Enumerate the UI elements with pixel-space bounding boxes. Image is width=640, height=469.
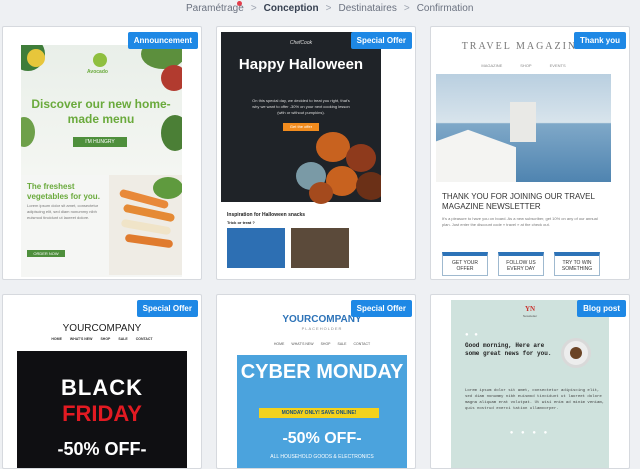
step-destinataires[interactable]: Destinataires xyxy=(339,3,397,14)
offer-box: GET YOUR OFFER xyxy=(442,252,488,276)
body-text: Lorem ipsum dolor sit amet, consectetur … xyxy=(27,203,99,220)
template-card-halloween[interactable]: Special Offer ChefCook Happy Halloween O… xyxy=(216,26,416,280)
snack-image-1 xyxy=(227,228,285,268)
decor-dots: ● ● xyxy=(465,332,480,338)
nav-item: HOME xyxy=(51,337,62,341)
vegetables-image xyxy=(109,175,182,275)
template-preview: ChefCook Happy Halloween On this special… xyxy=(221,32,381,278)
nav-item: SHOP xyxy=(320,342,331,346)
nav-item: HOME xyxy=(273,342,285,346)
nav-item: MAGAZINE xyxy=(481,63,503,68)
nav-item: CONTACT xyxy=(353,342,371,346)
template-preview: YOURCOMPANY HOME WHAT'S NEW SHOP SALE CO… xyxy=(17,309,187,468)
subheading: Inspiration for Halloween snacks xyxy=(227,212,306,218)
body-text: It's a pleasure to have you on board. As… xyxy=(442,216,598,227)
template-card-cyber-monday[interactable]: Special Offer YOURCOMPANY PLACEHOLDER HO… xyxy=(216,294,416,469)
template-badge: Thank you xyxy=(573,32,626,49)
body-text: Lorem ipsum dolor sit amet, consectetur … xyxy=(465,389,605,411)
subheading: The freshest vegetables for you. xyxy=(27,182,100,201)
nav-item: SALE xyxy=(337,342,347,346)
hero-image xyxy=(436,74,611,182)
divider-dots: ● ● ● ● xyxy=(509,430,551,436)
step-conception[interactable]: Conception xyxy=(264,3,319,14)
template-badge: Special Offer xyxy=(350,300,412,317)
headline: Happy Halloween xyxy=(238,56,364,73)
offer-text: -50% OFF- xyxy=(282,430,362,447)
body-text: On this special day, we decided to treat… xyxy=(252,98,350,115)
headline-line-1: BLACK xyxy=(61,375,143,400)
cta-button: Get the offer xyxy=(283,123,319,131)
template-card-announcement[interactable]: Announcement Avocado Discover our new ho… xyxy=(2,26,202,280)
logo-subtitle: PLACEHOLDER xyxy=(301,326,343,331)
template-nav: HOME WHAT'S NEW SHOP SALE CONTACT xyxy=(237,342,407,346)
headline-line-2: FRIDAY xyxy=(62,401,142,426)
template-badge: Announcement xyxy=(127,32,198,49)
win-box: TRY TO WIN SOMETHING xyxy=(554,252,600,276)
chevron-right-icon: > xyxy=(325,3,332,14)
nav-item: WHAT'S NEW xyxy=(291,342,314,346)
avocado-icon xyxy=(93,53,107,67)
promo-banner: MONDAY ONLY! SAVE ONLINE! xyxy=(259,408,379,418)
headline: Discover our new home-made menu xyxy=(31,97,171,126)
template-badge: Special Offer xyxy=(136,300,198,317)
template-card-black-friday[interactable]: Special Offer YOURCOMPANY HOME WHAT'S NE… xyxy=(2,294,202,469)
coffee-cup-image xyxy=(561,338,591,368)
nav-item: SALE xyxy=(118,337,128,341)
template-nav: MAGAZINE SHOP EVENTS xyxy=(436,63,611,68)
logo-text: Avocado xyxy=(87,69,108,75)
template-card-blog-post[interactable]: Blog post YN Newsletter ● ● Good morning… xyxy=(430,294,630,469)
nav-item: SHOP xyxy=(520,63,532,68)
nav-item: EVENTS xyxy=(549,63,566,68)
order-button: ORDER NOW xyxy=(27,250,65,257)
cta-button: I'M HUNGRY xyxy=(73,137,127,147)
step-confirmation[interactable]: Confirmation xyxy=(417,3,474,14)
chevron-right-icon: > xyxy=(250,3,257,14)
nav-item: CONTACT xyxy=(135,337,153,341)
template-badge: Blog post xyxy=(577,300,626,317)
headline: Good morning, Here are some great news f… xyxy=(465,342,552,357)
step-parametrage[interactable]: Paramétrage xyxy=(186,3,244,14)
subheading-2: Trick or treat ? xyxy=(227,220,255,225)
template-preview: YOURCOMPANY PLACEHOLDER HOME WHAT'S NEW … xyxy=(237,300,407,468)
active-step-dot xyxy=(237,1,242,6)
template-card-thank-you[interactable]: Thank you TRAVEL MAGAZINE MAGAZINE SHOP … xyxy=(430,26,630,280)
follow-box: FOLLOW US EVERY DAY xyxy=(498,252,544,276)
template-badge: Special Offer xyxy=(350,32,412,49)
logo-text: YOURCOMPANY xyxy=(62,323,142,334)
snack-image-2 xyxy=(291,228,349,268)
template-preview: YN Newsletter ● ● Good morning, Here are… xyxy=(451,300,609,468)
template-nav: HOME WHAT'S NEW SHOP SALE CONTACT xyxy=(17,337,187,341)
headline: CYBER MONDAY xyxy=(240,361,404,383)
hero-image: ChefCook Happy Halloween On this special… xyxy=(221,32,381,204)
headline: THANK YOU FOR JOINING OUR TRAVEL MAGAZIN… xyxy=(442,192,595,211)
nav-item: WHAT'S NEW xyxy=(69,337,93,341)
nav-item: SHOP xyxy=(100,337,111,341)
stepper-bar: Paramétrage > Conception > Destinataires… xyxy=(0,0,640,20)
template-preview: Avocado Discover our new home-made menu … xyxy=(21,45,182,277)
template-preview: TRAVEL MAGAZINE MAGAZINE SHOP EVENTS THA… xyxy=(436,32,611,278)
offer-text: -50% OFF- xyxy=(57,439,147,459)
chevron-right-icon: > xyxy=(403,3,410,14)
footer-text: ALL HOUSEHOLD GOODS & ELECTRONICS xyxy=(270,454,374,460)
stepper: Paramétrage > Conception > Destinataires… xyxy=(186,3,473,14)
